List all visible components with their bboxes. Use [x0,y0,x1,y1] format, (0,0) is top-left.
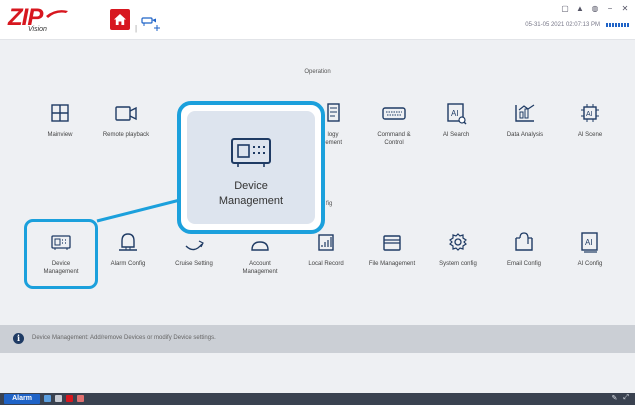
status-icon-2[interactable] [55,395,62,402]
tile-label: Cruise Setting [175,261,213,267]
tile-ai-scene[interactable]: AI AI Scene [552,103,628,163]
operation-section-title: Operation [304,69,331,75]
pin-icon[interactable]: ✎ [612,394,618,402]
tile-label: Alarm Config [110,261,146,267]
local-record-icon [318,234,334,251]
tile-label: File Management [368,261,416,267]
info-icon: i [13,333,24,344]
email-icon [515,232,533,251]
zip-vision-logo: ZIP Vision [8,4,68,36]
tile-system-config[interactable]: System config [420,232,496,292]
bottom-right-controls: ✎ ⤢ [612,394,629,402]
top-bar: ZIP Vision | ▢ ▲ ◍ − ✕ 05-31-05 2021 02:… [0,0,635,40]
data-analysis-icon [515,104,535,122]
tile-account-management[interactable]: Account Management [222,232,298,292]
alarm-button[interactable]: Alarm [4,394,40,404]
tile-file-management[interactable]: File Management [354,232,430,292]
account-icon [251,241,269,251]
minimize-icon[interactable]: − [606,4,614,13]
device-icon [231,138,271,167]
tile-label: Mainview [47,132,73,138]
gear-icon [449,233,467,251]
device-management-highlight [24,219,98,289]
tile-label: System config [439,261,477,267]
device-management-callout[interactable]: Device Management [177,101,325,234]
tile-cruise-setting[interactable]: Cruise Setting [156,232,232,292]
ai-config-icon: AI [581,232,598,253]
status-icon-1[interactable] [44,395,51,402]
tile-alarm-config[interactable]: Alarm Config [90,232,166,292]
camera-add-icon [141,17,160,31]
tile-remote-playback[interactable]: Remote playback [88,103,164,163]
tile-label: Email Config [506,261,541,267]
tile-ai-config[interactable]: AI AI Config [552,232,628,292]
info-bar: i Device Management: Add/remove Devices … [0,325,635,353]
ai-search-icon: AI [447,103,467,125]
datetime-text: 05-31-05 2021 02:07:13 PM [525,22,600,28]
tab-separator: | [135,24,138,33]
callout-card: Device Management [187,111,315,224]
info-text: Device Management: Add/remove Devices or… [32,335,216,341]
user-icon[interactable]: ▲ [576,4,584,13]
tile-email-config[interactable]: Email Config [486,232,562,292]
tile-label: AI Config [577,261,603,267]
home-icon [114,14,126,25]
keyboard-icon [382,107,406,120]
svg-text:AI: AI [585,238,593,247]
alarm-bell-icon [119,233,137,251]
bottom-status-icons [44,395,84,402]
tile-label: Local Record [308,261,344,267]
folder-icon [383,235,401,251]
close-icon[interactable]: ✕ [621,4,629,13]
tile-ai-search[interactable]: AI AI Search [418,103,494,163]
cruise-icon [185,240,204,251]
tile-mainview[interactable]: Mainview [22,103,98,163]
logo-swoosh-icon [46,10,68,18]
tile-label: AI Scene [577,132,603,138]
status-line: 05-31-05 2021 02:07:13 PM [525,22,629,28]
grid-icon [51,104,69,122]
window-layout-icon[interactable]: ▢ [561,4,569,13]
fullscreen-icon[interactable]: ⤢ [623,394,629,402]
tile-label: AI Search [442,132,470,138]
status-icon-3[interactable] [66,395,73,402]
ai-scene-icon: AI [581,104,599,122]
add-camera-tab[interactable] [139,16,161,34]
tile-local-record[interactable]: Local Record [288,232,364,292]
home-tab[interactable] [110,9,130,30]
video-playback-icon [115,106,137,121]
status-icon-4[interactable] [77,395,84,402]
config-section-title: fig [326,201,333,207]
signal-bars-icon [606,23,629,27]
svg-text:AI: AI [586,111,593,118]
tile-label: Remote playback [102,132,150,138]
window-controls: ▢ ▲ ◍ − ✕ [561,4,629,13]
callout-label: Device Management [218,180,284,207]
logo-subtext: Vision [28,26,47,33]
bottom-bar: Alarm ✎ ⤢ [0,393,635,405]
lock-icon[interactable]: ◍ [591,4,599,13]
tile-label: Account Management [242,261,278,275]
svg-text:AI: AI [451,109,459,118]
